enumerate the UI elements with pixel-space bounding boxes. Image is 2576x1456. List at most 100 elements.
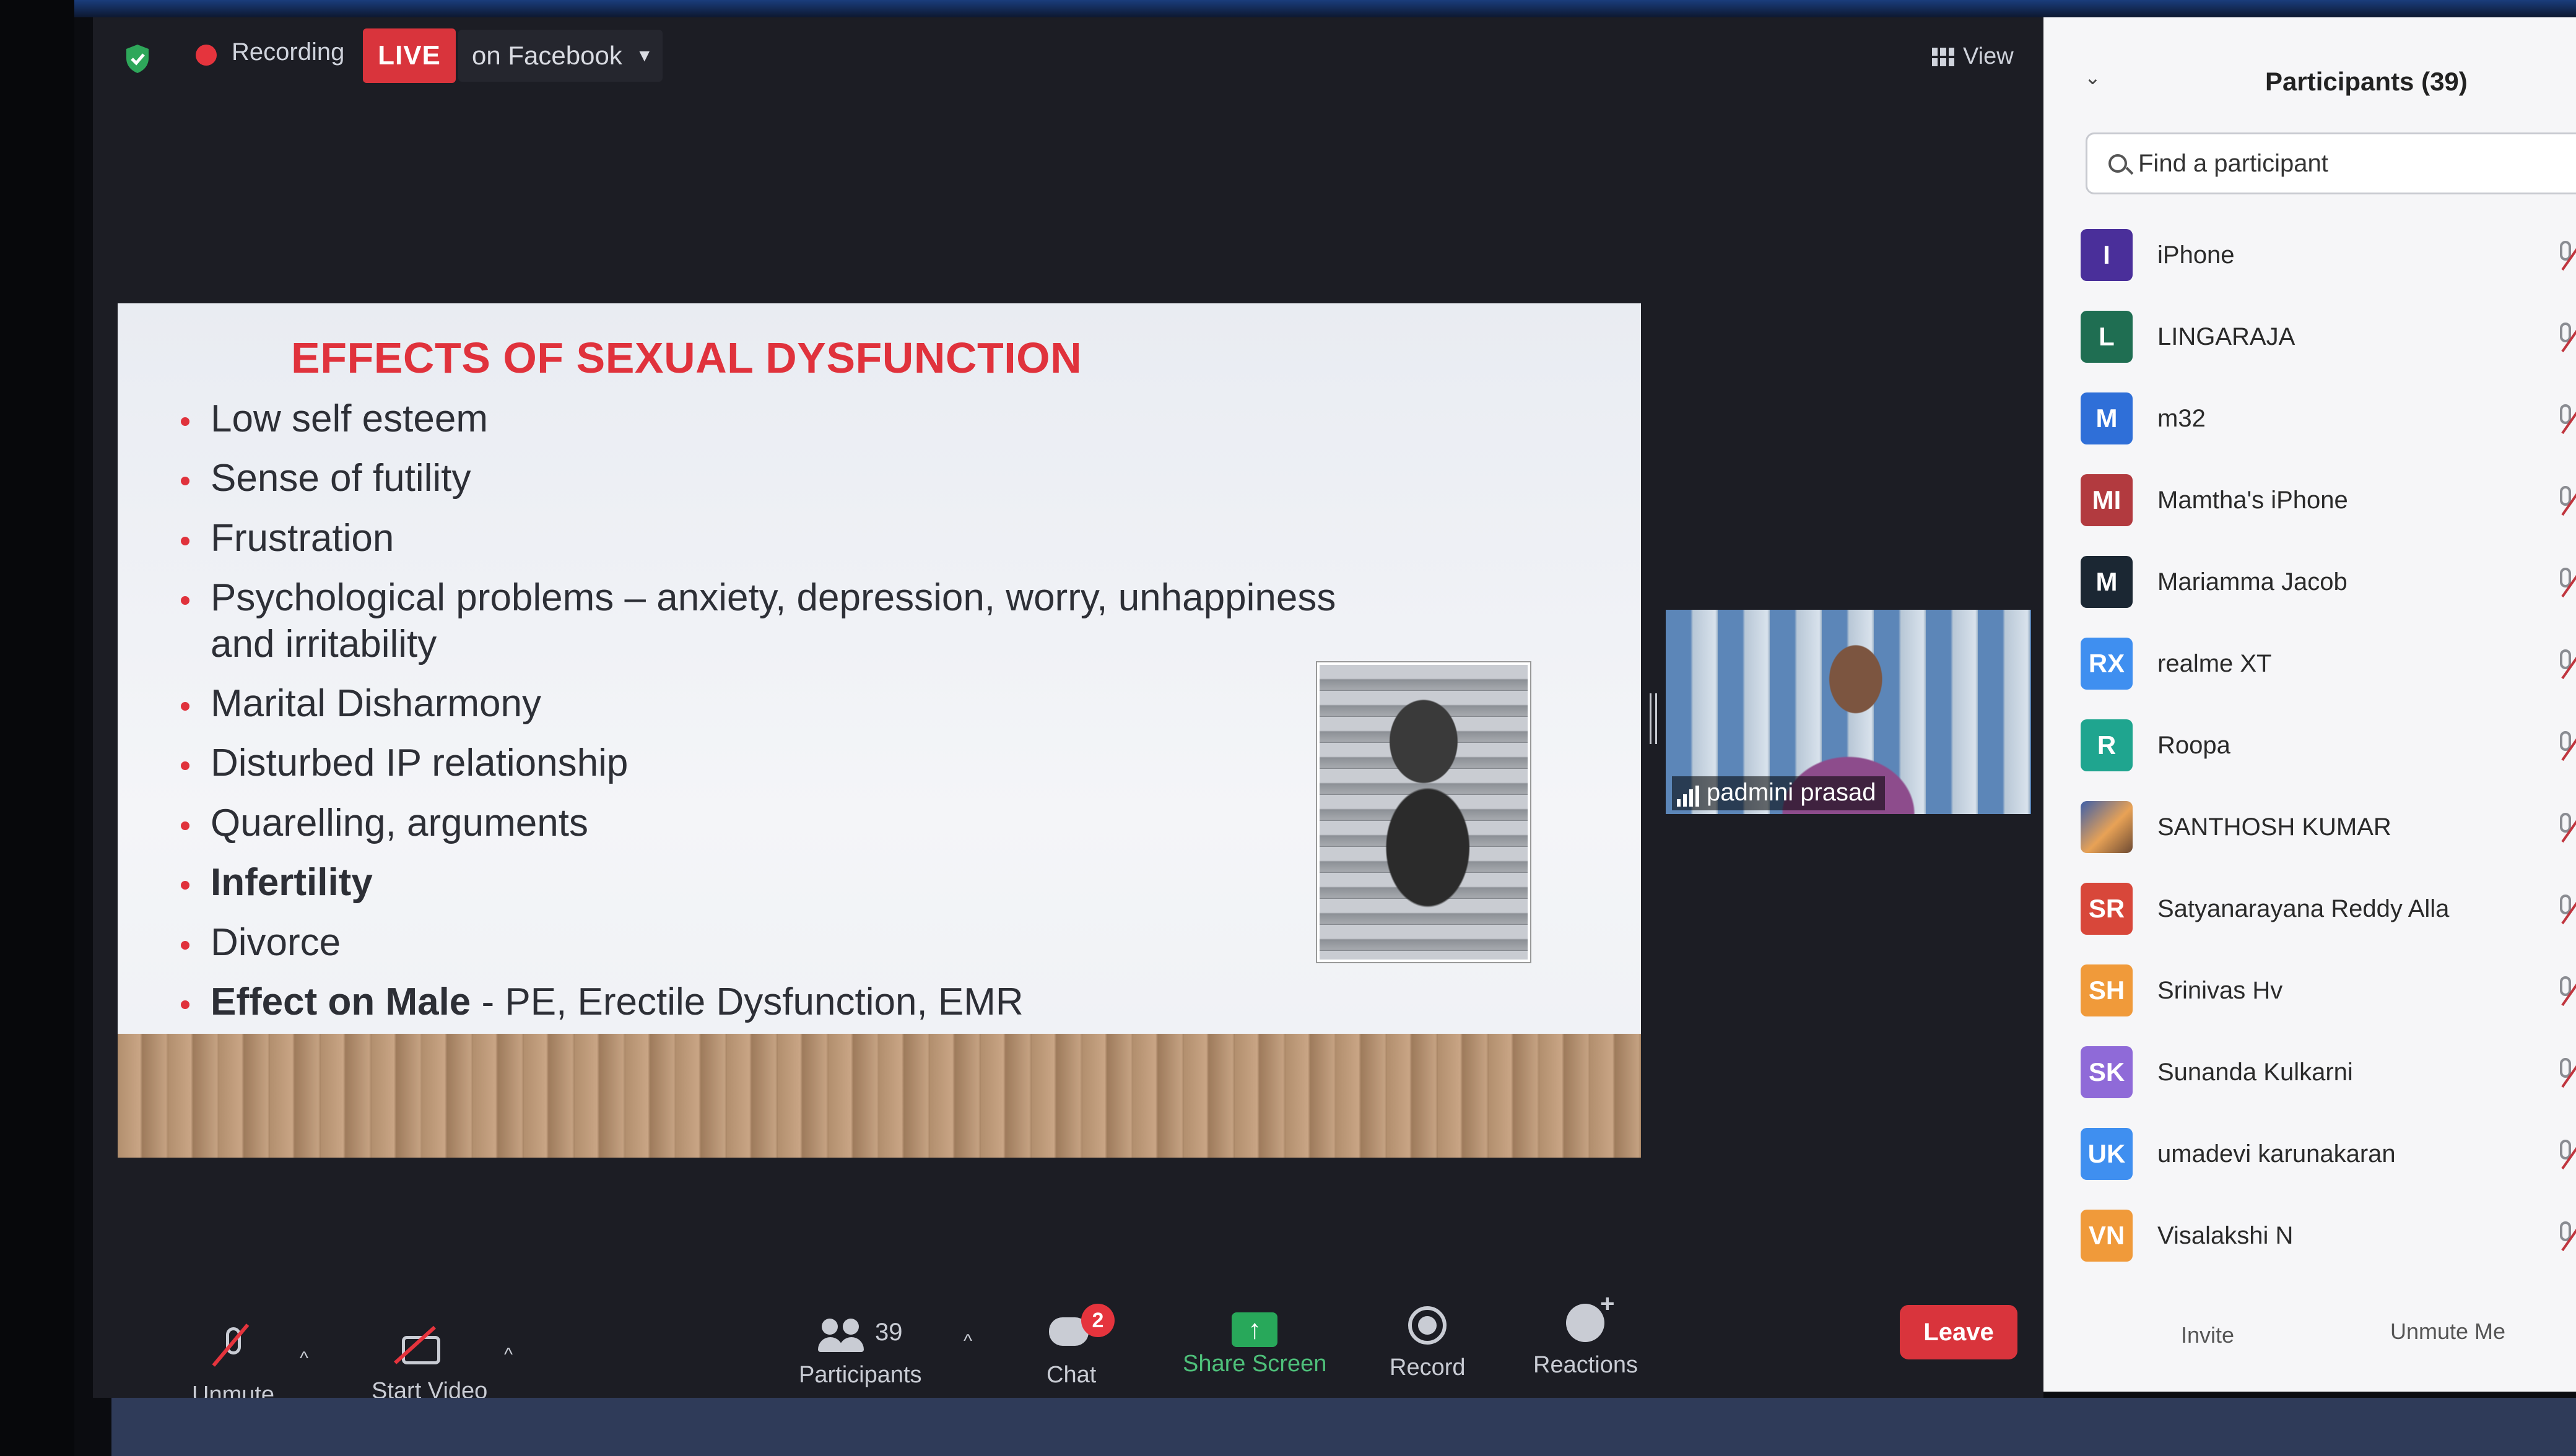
live-destination-dropdown[interactable]: on Facebook ▼: [458, 30, 663, 82]
panel-resize-handle[interactable]: [1650, 693, 1657, 744]
shared-slide: EFFECTS OF SEXUAL DYSFUNCTION Low self e…: [118, 303, 1641, 1158]
participant-row[interactable]: SK Sunanda Kulkarni: [2081, 1031, 2576, 1113]
participant-row[interactable]: R Roopa: [2081, 704, 2576, 786]
unmute-button[interactable]: Unmute: [192, 1325, 274, 1408]
recording-dot-icon: [196, 45, 217, 66]
participants-panel-title: Participants (39): [2265, 67, 2468, 96]
avatar: UK: [2081, 1128, 2133, 1180]
avatar-photo: [2081, 801, 2133, 853]
participant-name: realme XT: [2157, 649, 2272, 677]
participant-row[interactable]: UK umadevi karunakaran: [2081, 1113, 2576, 1195]
invite-button[interactable]: Invite: [2181, 1322, 2234, 1348]
view-label: View: [1963, 43, 2014, 69]
os-taskbar: [111, 1398, 2576, 1456]
participant-name: iPhone: [2157, 241, 2235, 269]
collapse-chevron-icon[interactable]: ⌄: [2084, 66, 2101, 89]
connection-signal-icon: [1677, 786, 1699, 807]
record-icon: [1408, 1306, 1447, 1345]
participant-search-input[interactable]: [2137, 149, 2511, 178]
slide-bullet-rest: - PE, Erectile Dysfunction, EMR: [471, 980, 1024, 1023]
slide-bullet: Disturbed IP relationship: [173, 740, 1350, 786]
participants-panel-footer: Invite Unmute Me: [2043, 1314, 2576, 1369]
participant-name: Mamtha's iPhone: [2157, 486, 2348, 514]
participant-row[interactable]: RX realme XT: [2081, 623, 2576, 704]
participant-name: m32: [2157, 404, 2206, 432]
start-video-button[interactable]: Start Video: [372, 1331, 487, 1405]
unmute-me-button[interactable]: Unmute Me: [2390, 1319, 2505, 1345]
mic-muted-icon: [2555, 403, 2576, 434]
avatar: VN: [2081, 1210, 2133, 1262]
video-off-icon: [401, 1331, 458, 1368]
mic-muted-icon: [2555, 1138, 2576, 1169]
slide-bullet: Marital Disharmony: [173, 681, 1350, 727]
participants-button[interactable]: 39 Participants: [799, 1319, 922, 1389]
participant-name: Sunanda Kulkarni: [2157, 1058, 2353, 1086]
participant-name: SANTHOSH KUMAR: [2157, 813, 2391, 841]
participants-options-caret-icon[interactable]: ^: [964, 1331, 972, 1352]
avatar: MI: [2081, 474, 2133, 526]
speaker-name-tag: padmini prasad: [1672, 776, 1885, 810]
speaker-name: padmini prasad: [1707, 779, 1876, 806]
participant-row[interactable]: L LINGARAJA: [2081, 296, 2576, 378]
avatar: R: [2081, 719, 2133, 771]
video-options-caret-icon[interactable]: ^: [504, 1345, 513, 1366]
reaction-smiley-icon: [1566, 1290, 1614, 1342]
mic-muted-icon: [215, 1325, 252, 1372]
participants-label: Participants: [799, 1362, 922, 1388]
mic-muted-icon: [2555, 730, 2576, 761]
participants-count: 39: [875, 1319, 903, 1346]
avatar: RX: [2081, 638, 2133, 690]
avatar: SK: [2081, 1046, 2133, 1098]
participant-row[interactable]: M Mariamma Jacob: [2081, 541, 2576, 623]
mic-muted-icon: [2555, 648, 2576, 679]
avatar: SH: [2081, 964, 2133, 1016]
participant-name: umadevi karunakaran: [2157, 1140, 2396, 1168]
avatar: M: [2081, 556, 2133, 608]
mic-muted-icon: [2555, 485, 2576, 516]
slide-bullet: Sense of futility: [173, 456, 1350, 501]
mic-muted-icon: [2555, 812, 2576, 843]
record-button[interactable]: Record: [1390, 1306, 1466, 1381]
participant-name: Roopa: [2157, 731, 2230, 759]
participant-name: Satyanarayana Reddy Alla: [2157, 895, 2450, 922]
view-button[interactable]: View: [1932, 43, 2014, 70]
participant-row[interactable]: SH Srinivas Hv: [2081, 950, 2576, 1031]
participant-row[interactable]: SR Satyanarayana Reddy Alla: [2081, 868, 2576, 950]
slide-bullet-bold-part: Effect on Male: [211, 980, 471, 1023]
slide-title: EFFECTS OF SEXUAL DYSFUNCTION: [291, 334, 1082, 382]
mic-muted-icon: [2555, 321, 2576, 352]
reactions-label: Reactions: [1533, 1352, 1638, 1378]
participant-row[interactable]: SANTHOSH KUMAR: [2081, 786, 2576, 868]
participant-name: Mariamma Jacob: [2157, 568, 2348, 596]
slide-bullet-list: Low self esteem Sense of futility Frustr…: [173, 396, 1350, 1039]
participant-search-box[interactable]: [2086, 132, 2576, 194]
reactions-button[interactable]: Reactions: [1533, 1290, 1638, 1379]
slide-bullet: Low self esteem: [173, 396, 1350, 442]
participant-list: IiPhone L LINGARAJA Mm32 MI Mamtha's iPhon…: [2081, 214, 2576, 1276]
leave-button[interactable]: Leave: [1900, 1305, 2017, 1359]
participant-row[interactable]: MI Mamtha's iPhone: [2081, 459, 2576, 541]
monitor-top-edge: [0, 0, 2576, 17]
mic-muted-icon: [2555, 1220, 2576, 1251]
slide-bullet: Infertility: [173, 860, 1350, 906]
slide-woman-photo: [1317, 662, 1530, 962]
participant-row[interactable]: Mm32: [2081, 378, 2576, 459]
security-shield-icon[interactable]: [124, 43, 151, 74]
mic-muted-icon: [2555, 1057, 2576, 1088]
share-arrow-icon: ↑: [1232, 1312, 1278, 1347]
participant-row[interactable]: VN Visalakshi N: [2081, 1195, 2576, 1276]
slide-bullet: Psychological problems – anxiety, depres…: [173, 575, 1350, 667]
participant-row[interactable]: IiPhone: [2081, 214, 2576, 296]
speaker-video-thumbnail[interactable]: padmini prasad: [1666, 610, 2031, 814]
mic-muted-icon: [2555, 975, 2576, 1006]
audio-options-caret-icon[interactable]: ^: [300, 1348, 308, 1369]
mic-muted-icon: [2555, 893, 2576, 924]
monitor-left-bezel: [0, 0, 74, 1456]
participant-name: LINGARAJA: [2157, 323, 2295, 350]
participant-name: Visalakshi N: [2157, 1221, 2294, 1249]
participant-name: Srinivas Hv: [2157, 976, 2283, 1004]
slide-bullet: Quarelling, arguments: [173, 800, 1350, 846]
participants-icon: [818, 1319, 868, 1352]
share-screen-button[interactable]: ↑ Share Screen: [1183, 1312, 1326, 1377]
avatar: M: [2081, 392, 2133, 444]
